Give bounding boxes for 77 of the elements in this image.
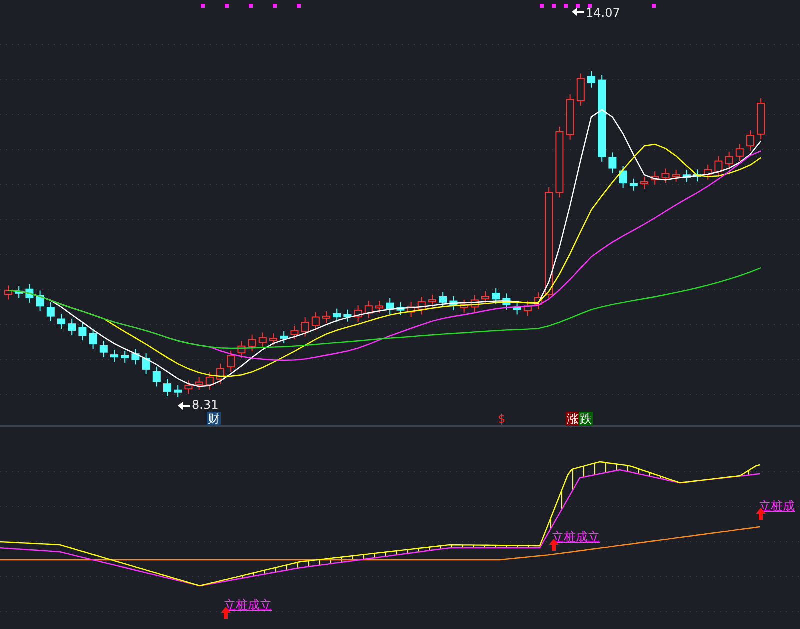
candlestick <box>640 176 648 190</box>
candlestick <box>396 302 405 316</box>
candlestick <box>89 328 98 350</box>
candlestick <box>78 322 87 342</box>
candlestick <box>227 350 236 373</box>
candlestick <box>364 300 373 319</box>
candlestick <box>4 285 12 300</box>
candlestick <box>270 333 278 346</box>
candlestick <box>248 334 256 352</box>
candlestick <box>694 169 702 182</box>
candlestick <box>301 316 310 338</box>
candlestick <box>460 299 468 314</box>
candlestick <box>195 376 204 390</box>
candlestick <box>354 304 362 323</box>
candlestick <box>290 325 299 340</box>
candlestick <box>322 310 330 324</box>
candlestick <box>15 286 24 299</box>
candlestick <box>470 294 479 313</box>
candlestick <box>100 340 108 358</box>
candlestick <box>746 130 754 152</box>
event-marker: 涨 <box>566 412 580 426</box>
candlestick <box>152 366 161 388</box>
candlestick <box>206 372 214 391</box>
candlestick <box>714 156 723 178</box>
candlestick <box>418 296 426 316</box>
event-marker: 跌 <box>579 412 593 426</box>
candlestick <box>174 384 182 398</box>
candlestick <box>672 169 680 182</box>
candlestick <box>757 98 766 140</box>
candlestick <box>216 363 224 385</box>
candlestick <box>344 309 352 322</box>
candlestick <box>588 71 596 88</box>
candlestick <box>26 284 34 304</box>
event-marker: $ <box>497 412 507 426</box>
candlestick <box>725 151 734 170</box>
candlestick <box>407 302 416 318</box>
candlestick <box>312 312 320 331</box>
candlestick <box>36 290 44 312</box>
candlestick <box>68 318 76 336</box>
candlestick <box>450 296 458 312</box>
candlestick <box>46 302 55 322</box>
candlestick <box>121 350 130 364</box>
candlestick <box>238 340 246 359</box>
candlestick <box>576 73 585 106</box>
candlestick <box>110 350 118 363</box>
candlestick <box>58 314 66 330</box>
candlestick <box>524 300 532 316</box>
candlestick <box>534 292 542 310</box>
event-marker: 财 <box>207 412 221 426</box>
candlestick <box>619 166 628 189</box>
candlestick <box>513 302 522 316</box>
candlestick <box>258 332 267 348</box>
candlestick <box>492 288 500 305</box>
candlestick <box>704 164 712 180</box>
candlestick <box>608 152 617 174</box>
candlestick <box>682 170 691 184</box>
candlestick <box>630 178 638 192</box>
candlestick <box>736 144 744 162</box>
candlestick <box>662 168 670 184</box>
candlestick <box>428 294 436 308</box>
candlestick <box>184 380 193 395</box>
candlestick <box>164 378 172 397</box>
arrow-icon <box>178 400 190 412</box>
candlestick <box>566 94 574 140</box>
candlestick <box>280 330 288 344</box>
candlestick <box>142 353 150 375</box>
high-price-label: 14.07 <box>586 6 620 20</box>
candlestick <box>386 298 394 315</box>
low-price-label: 8.31 <box>192 398 219 412</box>
candlestick <box>651 171 660 186</box>
candlestick <box>376 300 384 314</box>
candlestick <box>333 308 342 323</box>
candlestick <box>132 348 140 366</box>
arrow-icon <box>572 6 584 18</box>
candlestick <box>502 293 511 310</box>
candlestick <box>439 292 448 308</box>
candlestick <box>482 291 490 305</box>
